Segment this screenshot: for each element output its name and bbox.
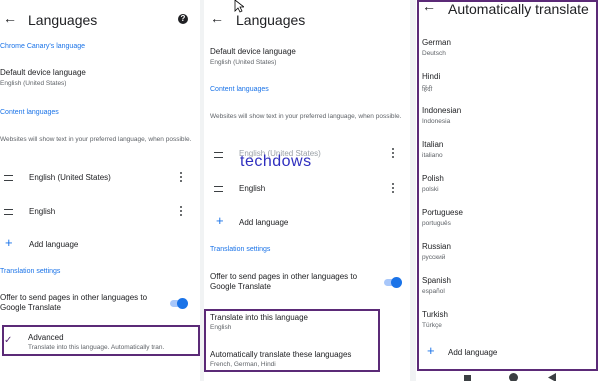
language-label: English (United States) xyxy=(29,173,111,182)
language-row[interactable]: English xyxy=(0,201,200,223)
language-native-name: Indonesia xyxy=(422,118,451,125)
language-option[interactable]: Indonesian Indonesia xyxy=(422,106,592,132)
section-content-languages: Content languages xyxy=(210,86,269,93)
language-option[interactable]: Turkish Türkçe xyxy=(422,310,592,336)
help-icon[interactable]: ? xyxy=(178,14,188,24)
advanced-title: Advanced xyxy=(28,333,64,342)
language-native-name: português xyxy=(422,220,451,227)
back-arrow-icon[interactable]: ← xyxy=(3,10,17,26)
language-name: Italian xyxy=(422,140,444,149)
back-arrow-icon[interactable]: ← xyxy=(210,10,224,26)
auto-translate-subtitle: French, German, Hindi xyxy=(210,361,276,368)
more-vertical-icon[interactable] xyxy=(180,206,182,218)
language-native-name: हिंदी xyxy=(422,86,433,93)
language-row[interactable]: English (United States) xyxy=(0,167,200,189)
drag-handle-icon[interactable] xyxy=(4,209,13,215)
languages-panel-left: ← Languages ? Chrome Canary's language D… xyxy=(0,0,200,381)
row-title: Default device language xyxy=(210,47,296,56)
language-native-name: Deutsch xyxy=(422,50,446,57)
translate-into-title: Translate into this language xyxy=(210,313,308,322)
language-option[interactable]: Hindi हिंदी xyxy=(422,72,592,98)
offer-translate-row[interactable]: Offer to send pages in other languages t… xyxy=(0,293,200,317)
row-title: Default device language xyxy=(0,68,86,77)
add-language-button[interactable]: + Add language xyxy=(422,341,592,363)
language-option[interactable]: German Deutsch xyxy=(422,38,592,64)
language-name: Polish xyxy=(422,174,444,183)
advanced-subtitle: Translate into this language. Automatica… xyxy=(28,344,165,351)
offer-translate-toggle[interactable] xyxy=(170,298,188,309)
auto-translate-panel-right: ← Automatically translate German Deutsch H… xyxy=(416,0,600,381)
add-language-button[interactable]: + Add language xyxy=(0,233,200,255)
home-nav-icon[interactable] xyxy=(509,373,518,381)
section-content-languages: Content languages xyxy=(0,109,59,116)
language-native-name: español xyxy=(422,288,445,295)
more-vertical-icon[interactable] xyxy=(392,148,394,160)
offer-translate-row[interactable]: Offer to send pages in other languages t… xyxy=(210,272,406,296)
content-languages-description: Websites will show text in your preferre… xyxy=(0,136,192,143)
row-subtitle: English (United States) xyxy=(210,59,277,66)
techdows-watermark: techdows xyxy=(240,153,312,170)
drag-handle-icon[interactable] xyxy=(214,186,223,192)
offer-translate-label: Offer to send pages in other languages t… xyxy=(210,272,358,291)
checkmark-icon: ✓ xyxy=(4,335,13,346)
drag-handle-icon[interactable] xyxy=(4,175,13,181)
language-option[interactable]: Italian italiano xyxy=(422,140,592,166)
language-option[interactable]: Portuguese português xyxy=(422,208,592,234)
default-device-language-row[interactable]: Default device language English (United … xyxy=(0,68,200,92)
add-language-label: Add language xyxy=(29,240,79,249)
auto-translate-title: Automatically translate these languages xyxy=(210,350,352,359)
language-label: English xyxy=(239,184,266,193)
page-title: Languages xyxy=(28,12,98,28)
row-subtitle: English (United States) xyxy=(0,80,67,87)
language-native-name: italiano xyxy=(422,152,443,159)
offer-translate-toggle[interactable] xyxy=(384,277,402,288)
auto-translate-row[interactable]: Automatically translate these languages … xyxy=(210,350,376,372)
section-translation-settings: Translation settings xyxy=(0,268,61,275)
add-language-label: Add language xyxy=(239,218,289,227)
translate-into-subtitle: English xyxy=(210,324,232,331)
drag-handle-icon[interactable] xyxy=(214,152,223,158)
language-name: Turkish xyxy=(422,310,448,319)
language-name: Portuguese xyxy=(422,208,463,217)
section-chrome-language: Chrome Canary's language xyxy=(0,43,85,50)
mouse-cursor-icon xyxy=(234,0,244,13)
language-option[interactable]: Spanish español xyxy=(422,276,592,302)
plus-icon: + xyxy=(216,213,224,228)
more-vertical-icon[interactable] xyxy=(180,172,182,184)
back-arrow-icon[interactable]: ← xyxy=(422,0,436,14)
language-name: German xyxy=(422,38,451,47)
language-option[interactable]: Polish polski xyxy=(422,174,592,200)
default-device-language-row[interactable]: Default device language English (United … xyxy=(210,47,410,71)
language-name: Russian xyxy=(422,242,451,251)
language-native-name: polski xyxy=(422,186,439,193)
plus-icon: + xyxy=(427,343,435,358)
page-title: Automatically translate xyxy=(448,1,589,17)
add-language-label: Add language xyxy=(448,348,498,357)
section-translation-settings: Translation settings xyxy=(210,246,271,253)
plus-icon: + xyxy=(5,235,13,250)
language-name: Hindi xyxy=(422,72,441,81)
language-label: English xyxy=(29,207,56,216)
language-native-name: Türkçe xyxy=(422,322,442,329)
language-name: Indonesian xyxy=(422,106,462,115)
content-languages-description: Websites will show text in your preferre… xyxy=(210,113,402,120)
language-option[interactable]: Russian русский xyxy=(422,242,592,268)
advanced-row[interactable]: Advanced Translate into this language. A… xyxy=(28,333,198,353)
page-title: Languages xyxy=(236,12,306,28)
languages-panel-middle: ← Languages Default device language Engl… xyxy=(204,0,410,381)
recents-nav-icon[interactable] xyxy=(464,375,471,381)
language-native-name: русский xyxy=(422,254,446,261)
add-language-button[interactable]: + Add language xyxy=(210,211,406,233)
back-nav-icon[interactable] xyxy=(548,373,557,381)
offer-translate-label: Offer to send pages in other languages t… xyxy=(0,293,148,312)
language-row[interactable]: English xyxy=(210,178,406,200)
language-name: Spanish xyxy=(422,276,451,285)
more-vertical-icon[interactable] xyxy=(392,183,394,195)
translate-into-row[interactable]: Translate into this language English xyxy=(210,313,376,335)
